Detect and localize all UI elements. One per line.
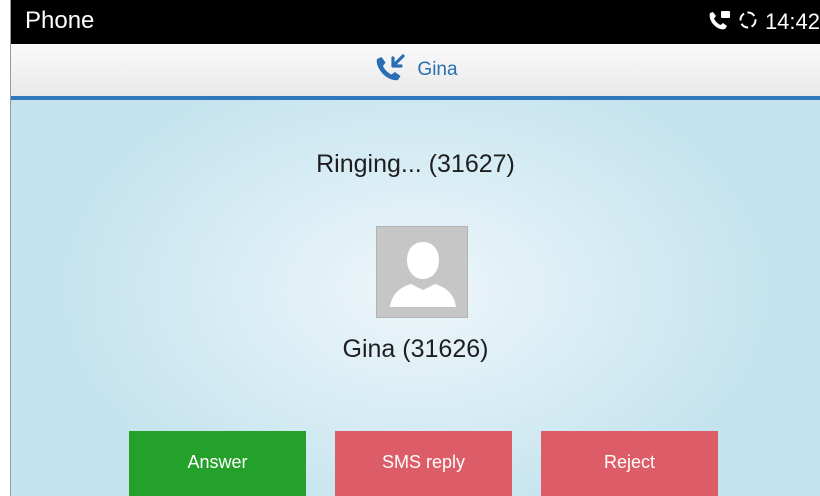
call-header: Gina bbox=[11, 44, 820, 100]
sync-icon bbox=[737, 9, 759, 36]
status-bar: Phone 14:42 bbox=[11, 0, 820, 44]
status-indicators: 14:42 bbox=[707, 7, 820, 37]
caller-id-text: Gina (31626) bbox=[342, 335, 489, 363]
incoming-call-icon bbox=[373, 53, 407, 88]
voicemail-call-icon bbox=[707, 9, 731, 36]
clock: 14:42 bbox=[764, 9, 820, 34]
phone-screen: Phone 14:42 Gina Ringing... (31627) Gina… bbox=[10, 0, 820, 496]
answer-button[interactable]: Answer bbox=[129, 431, 306, 496]
header-caller-name: Gina bbox=[417, 59, 458, 80]
app-title: Phone bbox=[25, 7, 95, 34]
incoming-call-panel: Ringing... (31627) Gina (31626) Answer S… bbox=[11, 100, 820, 496]
reject-button[interactable]: Reject bbox=[541, 431, 718, 496]
person-placeholder-icon bbox=[376, 226, 468, 318]
call-status-text: Ringing... (31627) bbox=[316, 150, 515, 178]
sms-reply-button[interactable]: SMS reply bbox=[335, 431, 512, 496]
